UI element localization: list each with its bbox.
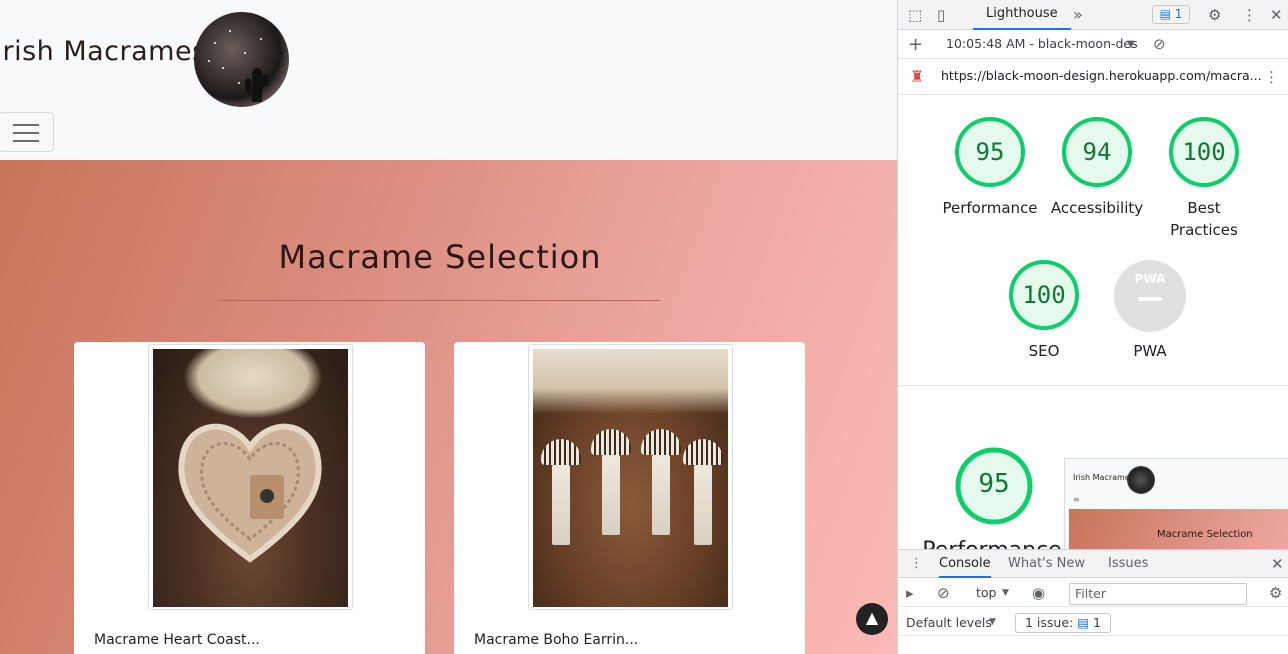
product-image-heart-coaster[interactable]	[153, 349, 348, 607]
score-label: Performance	[942, 199, 1038, 217]
product-card[interactable]: Macrame Heart Coast...	[74, 342, 425, 654]
big-score-gauge-performance[interactable]: 95	[954, 446, 1034, 526]
dropdown-arrow-icon[interactable]: ▼	[989, 608, 996, 636]
lighthouse-logo-icon: ♜	[910, 67, 925, 86]
devtools-panel: ⬚ ▯ Lighthouse » ▤ 1 ⚙ ⋮ ✕ + 10:05:48 AM…	[897, 0, 1288, 654]
dropdown-arrow-icon[interactable]: ▼	[1127, 30, 1135, 59]
score-label: SEO	[1028, 342, 1060, 360]
thumbnail-logo	[1127, 466, 1155, 494]
console-drawer: ⋮ Console What's New Issues ✕ ▸ ⊘ top ▼ …	[898, 549, 1288, 654]
drawer-tabs: ⋮ Console What's New Issues ✕	[898, 550, 1288, 578]
score-gauge-seo[interactable]: 100	[1008, 259, 1080, 331]
console-settings-gear-icon[interactable]: ⚙	[1269, 579, 1282, 607]
report-menu-icon[interactable]: ⋮	[1264, 62, 1279, 92]
score-gauge-best-practices[interactable]: 100	[1168, 116, 1240, 188]
issues-count: 1	[1093, 615, 1101, 630]
inspect-element-icon[interactable]: ⬚	[908, 0, 922, 30]
clear-reports-icon[interactable]: ⊘	[1153, 30, 1166, 59]
close-drawer-icon[interactable]: ✕	[1271, 550, 1284, 578]
product-name[interactable]: Macrame Heart Coast...	[94, 632, 260, 648]
brand-logo[interactable]	[194, 12, 289, 107]
hamburger-line	[13, 132, 39, 134]
score-gauge-performance[interactable]: 95	[954, 116, 1026, 188]
dropdown-arrow-icon[interactable]: ▼	[1002, 579, 1009, 607]
clear-console-icon[interactable]: ⊘	[937, 579, 950, 607]
message-icon: ▤	[1077, 615, 1094, 630]
pwa-dash	[1138, 297, 1162, 301]
products-section: Macrame Selection Macrame Heart Coast...	[0, 160, 897, 654]
tab-console[interactable]: Console	[939, 550, 991, 578]
product-image-frame[interactable]	[528, 344, 733, 610]
score-value: 94	[1082, 138, 1112, 166]
thumbnail-hero: Macrame Selection	[1069, 509, 1288, 552]
divider	[898, 385, 1288, 386]
tab-issues[interactable]: Issues	[1108, 550, 1148, 578]
hamburger-icon: ≡	[1073, 495, 1080, 504]
issues-text: 1 issue:	[1025, 615, 1074, 630]
message-icon: ▤	[1159, 7, 1175, 21]
live-expression-eye-icon[interactable]: ◉	[1032, 579, 1045, 607]
lighthouse-url-bar: ♜ https://black-moon-design.herokuapp.co…	[898, 59, 1288, 95]
product-card[interactable]: Macrame Boho Earrin...	[454, 342, 805, 654]
issues-badge-count: 1	[1174, 7, 1183, 21]
context-selector[interactable]: top	[976, 585, 996, 600]
more-tabs-icon[interactable]: »	[1073, 0, 1083, 30]
navbar-toggler-button[interactable]	[0, 112, 54, 152]
chevron-up-icon: ▲	[865, 608, 879, 627]
kebab-menu-icon[interactable]: ⋮	[1242, 0, 1257, 30]
score-gauge-accessibility[interactable]: 94	[1061, 116, 1133, 188]
sidebar-toggle-icon[interactable]: ▸	[906, 579, 914, 607]
score-value: 95	[978, 469, 1010, 499]
thumbnail-title: Macrame Selection	[1157, 529, 1253, 540]
new-report-icon[interactable]: +	[908, 30, 923, 59]
log-levels-dropdown[interactable]: Default levels	[906, 615, 992, 630]
thumbnail-brand: Irish Macrames	[1073, 473, 1134, 482]
product-image-frame[interactable]	[148, 344, 353, 610]
settings-gear-icon[interactable]: ⚙	[1208, 0, 1221, 30]
website-viewport: Irish Macrames Macrame Selection Macrame…	[0, 0, 897, 654]
pwa-icon: PWA	[1134, 272, 1166, 286]
devtools-toolbar: ⬚ ▯ Lighthouse » ▤ 1 ⚙ ⋮ ✕	[898, 0, 1288, 30]
report-selector[interactable]: 10:05:48 AM - black-moon-des	[946, 36, 1138, 51]
score-value: 95	[975, 138, 1005, 166]
score-label: Accessibility	[1050, 199, 1144, 217]
device-toolbar-icon[interactable]: ▯	[937, 0, 945, 30]
product-name[interactable]: Macrame Boho Earrin...	[474, 632, 638, 648]
brand-link[interactable]: Irish Macrames	[0, 36, 207, 67]
audited-url[interactable]: https://black-moon-design.herokuapp.com/…	[941, 68, 1262, 83]
section-title: Macrame Selection	[278, 238, 602, 276]
tab-whats-new[interactable]: What's New	[1008, 550, 1085, 578]
cactus-icon	[245, 68, 268, 102]
tab-lighthouse[interactable]: Lighthouse	[973, 0, 1071, 30]
title-divider	[219, 300, 660, 301]
close-devtools-icon[interactable]: ✕	[1270, 0, 1283, 30]
hamburger-icon	[13, 124, 39, 126]
score-gauge-pwa[interactable]: PWA	[1114, 260, 1186, 332]
score-label: PWA	[1133, 342, 1167, 360]
lighthouse-report-bar: + 10:05:48 AM - black-moon-des ▼ ⊘	[898, 30, 1288, 59]
score-value: 100	[1022, 281, 1066, 309]
drawer-menu-icon[interactable]: ⋮	[910, 550, 923, 578]
scroll-to-top-button[interactable]: ▲	[856, 603, 888, 635]
issues-badge[interactable]: ▤ 1	[1152, 5, 1190, 24]
score-value: 100	[1182, 138, 1226, 166]
moon-tag	[250, 475, 284, 519]
site-navbar: Irish Macrames	[0, 0, 897, 160]
page-screenshot-thumbnail: Irish Macrames ≡ Macrame Selection	[1064, 458, 1288, 553]
product-image-boho-earrings[interactable]	[533, 349, 728, 607]
big-score-label: Performance	[922, 536, 1062, 550]
hamburger-line	[13, 140, 39, 142]
console-filter-input[interactable]: Filter	[1069, 583, 1247, 605]
score-label: Best Practices	[1170, 199, 1238, 239]
issues-counter-button[interactable]: 1 issue: ▤ 1	[1015, 613, 1111, 633]
